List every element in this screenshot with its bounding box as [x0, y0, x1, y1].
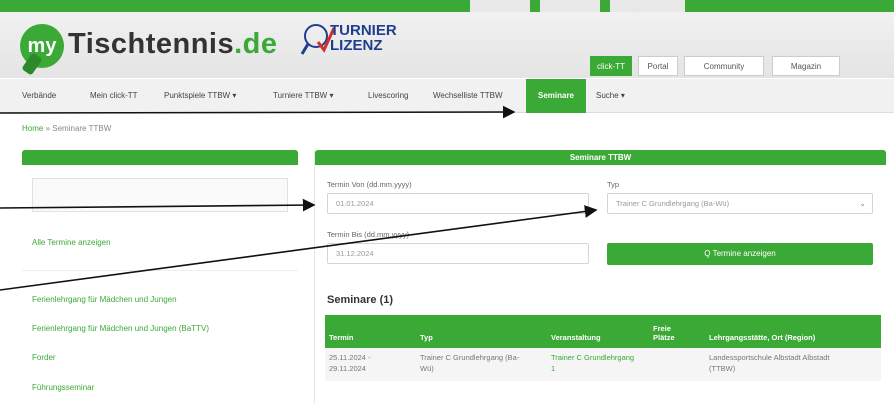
page: my Tischtennis.de TURNIER LIZENZ click-T… [0, 0, 894, 403]
arrow-to-date-input [0, 198, 316, 212]
arrow-to-type-select [0, 205, 598, 291]
annotation-arrows [0, 105, 598, 291]
arrow-to-seminare-tab [0, 105, 516, 119]
